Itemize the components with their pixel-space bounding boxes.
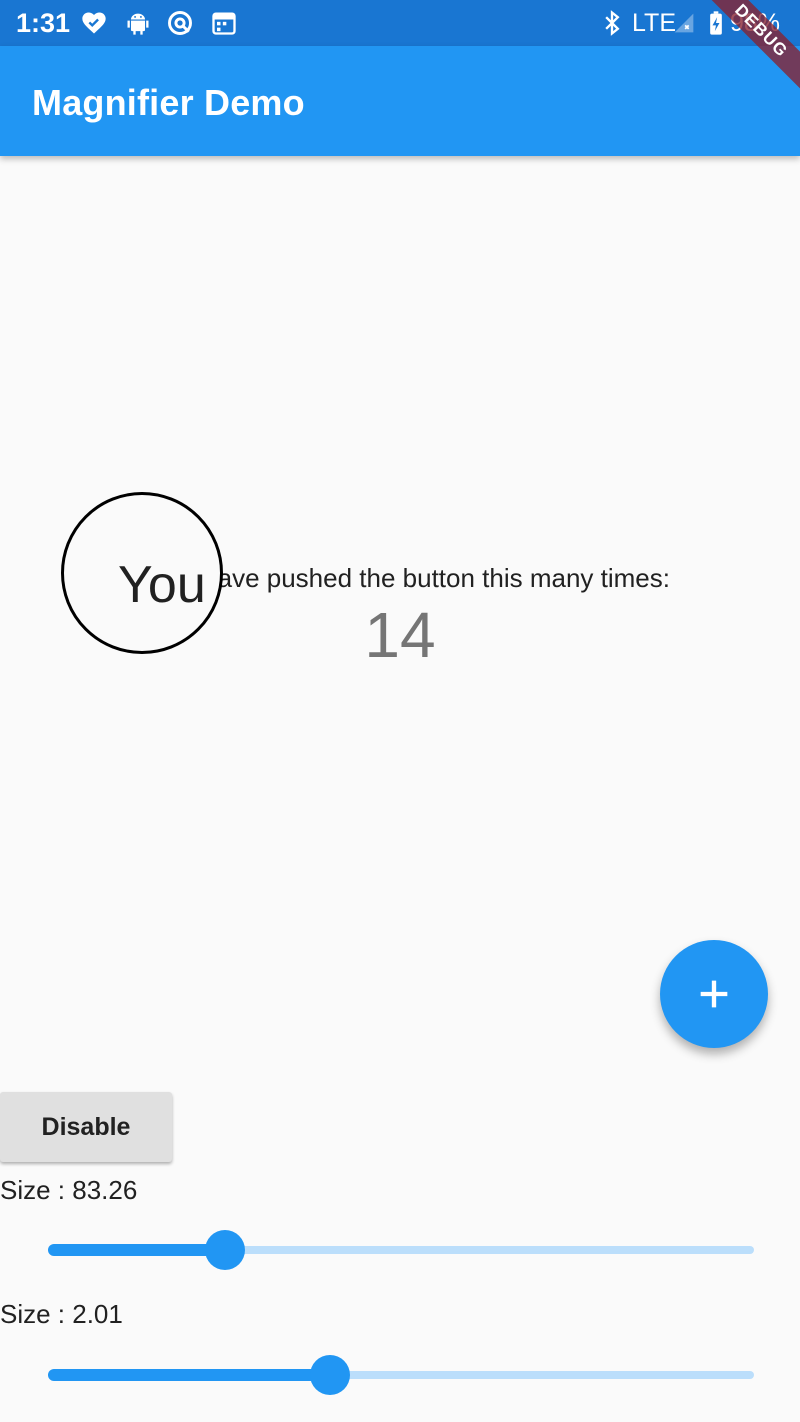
status-bar: 1:31 LTE: [0, 0, 800, 46]
android-icon: [127, 13, 149, 35]
signal-icon: [674, 13, 694, 33]
size-label-1: Size : 83.26: [0, 1175, 138, 1205]
heart-check-icon: [82, 12, 106, 34]
slider-active-track: [48, 1244, 225, 1256]
disable-button[interactable]: Disable: [0, 1092, 172, 1162]
counter-value: 14: [364, 599, 436, 671]
calendar-icon: [212, 12, 236, 35]
add-icon: [700, 980, 728, 1008]
magnifier-lens[interactable]: You: [61, 492, 223, 654]
magnified-text: You: [118, 556, 206, 614]
app-title: Magnifier Demo: [32, 82, 305, 123]
slider-active-track: [48, 1369, 330, 1381]
bluetooth-icon: [605, 10, 620, 36]
increment-fab[interactable]: [660, 940, 768, 1048]
vpn-icon: [168, 11, 192, 35]
app-screen: 1:31 LTE DEBUG Magnifier Demo You have p…: [0, 0, 800, 1422]
slider-thumb[interactable]: [310, 1355, 350, 1395]
status-time: 1:31: [16, 8, 71, 38]
slider-thumb[interactable]: [205, 1230, 245, 1270]
size-slider-2[interactable]: [48, 1355, 754, 1395]
size-slider-1[interactable]: [48, 1230, 754, 1270]
size-label-2: Size : 2.01: [0, 1299, 123, 1329]
app-bar: Magnifier Demo: [0, 46, 800, 156]
